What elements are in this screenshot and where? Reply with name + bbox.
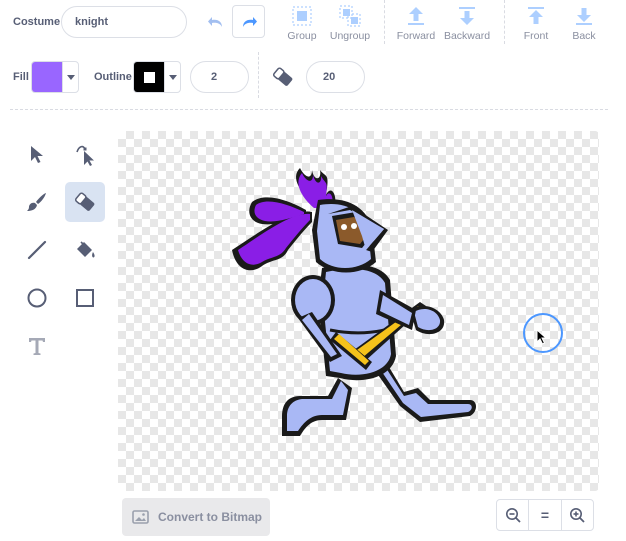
outline-width-input[interactable]: 2 xyxy=(190,61,249,93)
reshape-icon xyxy=(76,145,94,166)
rectangle-tool-button[interactable] xyxy=(65,278,105,318)
mouse-pointer-icon xyxy=(536,329,548,345)
backward-label: Backward xyxy=(443,30,491,42)
convert-to-bitmap-label: Convert to Bitmap xyxy=(158,510,263,524)
group-label: Group xyxy=(287,30,317,42)
chevron-down-icon xyxy=(164,62,180,92)
brush-tool-button[interactable] xyxy=(17,182,57,222)
ungroup-label: Ungroup xyxy=(329,30,371,42)
undo-icon xyxy=(208,17,222,27)
arrow-icon xyxy=(31,146,43,163)
zoom-in-button[interactable] xyxy=(562,500,593,530)
paint-canvas[interactable] xyxy=(118,131,599,491)
fill-label: Fill xyxy=(13,71,29,83)
circle-icon xyxy=(27,288,47,308)
line-icon xyxy=(27,240,47,260)
zoom-in-icon xyxy=(570,508,585,523)
front-label: Front xyxy=(523,30,549,42)
text-tool-button[interactable] xyxy=(17,326,57,366)
back-label: Back xyxy=(572,30,596,42)
costume-name-value: knight xyxy=(75,16,108,28)
section-divider xyxy=(10,109,608,110)
brush-icon xyxy=(27,193,46,211)
eraser-size-icon xyxy=(271,66,295,93)
group-button[interactable]: Group xyxy=(282,5,322,42)
forward-icon xyxy=(408,7,424,25)
outline-width-value: 2 xyxy=(211,71,218,83)
back-button[interactable]: Back xyxy=(566,5,602,42)
front-icon xyxy=(528,7,544,24)
back-icon xyxy=(576,8,592,25)
redo-icon xyxy=(242,16,257,27)
backward-button[interactable]: Backward xyxy=(443,5,491,42)
select-tool-button[interactable] xyxy=(17,134,57,174)
convert-to-bitmap-button[interactable]: Convert to Bitmap xyxy=(122,498,270,536)
front-button[interactable]: Front xyxy=(518,5,554,42)
text-icon xyxy=(29,338,45,355)
toolbar-divider xyxy=(384,0,385,44)
costume-label: Costume xyxy=(13,16,61,28)
forward-label: Forward xyxy=(396,30,436,42)
eraser-size-input[interactable]: 20 xyxy=(306,61,365,93)
zoom-reset-button[interactable]: = xyxy=(529,500,562,530)
ungroup-icon xyxy=(339,5,361,27)
line-tool-button[interactable] xyxy=(17,230,57,270)
toolbar-divider xyxy=(504,0,505,44)
knight-sprite[interactable] xyxy=(232,168,476,436)
zoom-controls: = xyxy=(496,499,594,531)
forward-button[interactable]: Forward xyxy=(395,5,437,42)
reshape-tool-button[interactable] xyxy=(65,134,105,174)
circle-tool-button[interactable] xyxy=(17,278,57,318)
bucket-icon xyxy=(77,241,95,258)
chevron-down-icon xyxy=(62,62,78,92)
redo-button[interactable] xyxy=(232,5,265,38)
square-icon xyxy=(76,289,94,307)
outline-color-picker[interactable] xyxy=(133,61,181,93)
image-icon xyxy=(132,510,149,524)
backward-icon xyxy=(459,7,475,25)
eraser-icon xyxy=(74,192,95,211)
zoom-out-icon xyxy=(505,508,521,523)
fill-color-swatch xyxy=(32,62,62,92)
toolbar-divider xyxy=(258,52,259,98)
group-icon xyxy=(292,6,312,26)
eraser-tool-button[interactable] xyxy=(65,182,105,222)
eraser-size-value: 20 xyxy=(323,71,336,83)
outline-label: Outline xyxy=(94,71,132,83)
outline-color-swatch xyxy=(134,62,164,92)
zoom-reset-label: = xyxy=(540,507,550,523)
fill-tool-button[interactable] xyxy=(65,230,105,270)
fill-color-picker[interactable] xyxy=(31,61,79,93)
zoom-out-button[interactable] xyxy=(497,500,530,530)
undo-button[interactable] xyxy=(200,6,232,38)
costume-name-input[interactable]: knight xyxy=(61,6,187,38)
ungroup-button[interactable]: Ungroup xyxy=(328,5,372,42)
